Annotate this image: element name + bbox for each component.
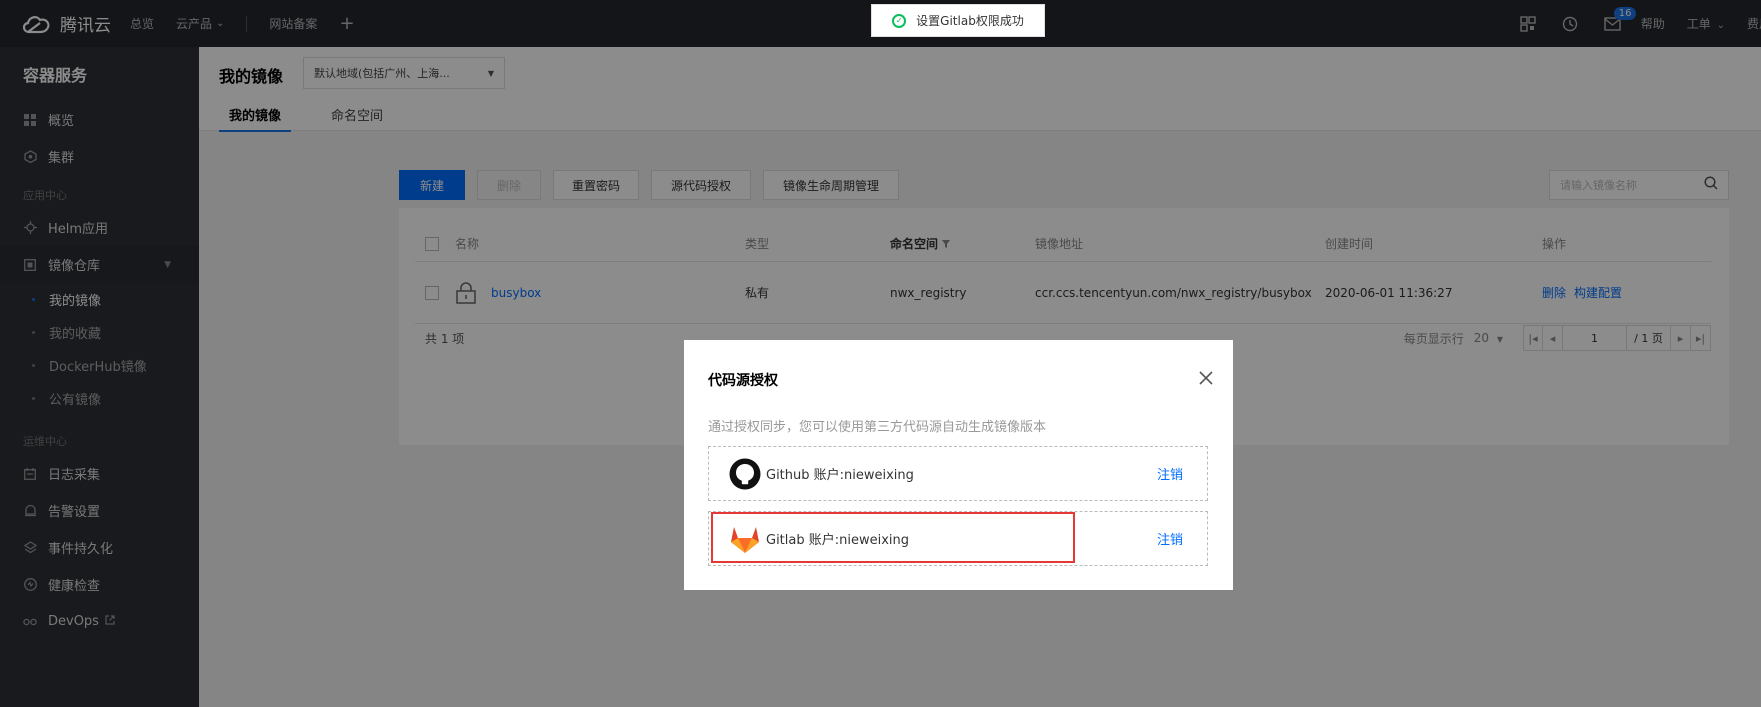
github-revoke-link[interactable]: 注销 <box>1157 464 1183 483</box>
check-circle-icon: ✓ <box>892 13 907 28</box>
toast-text: 设置Gitlab权限成功 <box>916 14 1024 28</box>
highlight-box <box>711 512 1075 563</box>
github-icon <box>729 458 761 490</box>
dialog-description: 通过授权同步，您可以使用第三方代码源自动生成镜像版本 <box>708 420 1047 435</box>
github-account-row: Github 账户:nieweixing 注销 <box>708 446 1208 501</box>
gitlab-revoke-link[interactable]: 注销 <box>1157 529 1183 548</box>
close-icon[interactable] <box>1199 366 1213 390</box>
success-toast: ✓ 设置Gitlab权限成功 <box>871 4 1045 37</box>
dialog-title: 代码源授权 <box>708 373 778 389</box>
source-auth-dialog: 代码源授权 通过授权同步，您可以使用第三方代码源自动生成镜像版本 Github … <box>684 340 1233 590</box>
github-account-label: Github 账户:nieweixing <box>766 468 914 483</box>
